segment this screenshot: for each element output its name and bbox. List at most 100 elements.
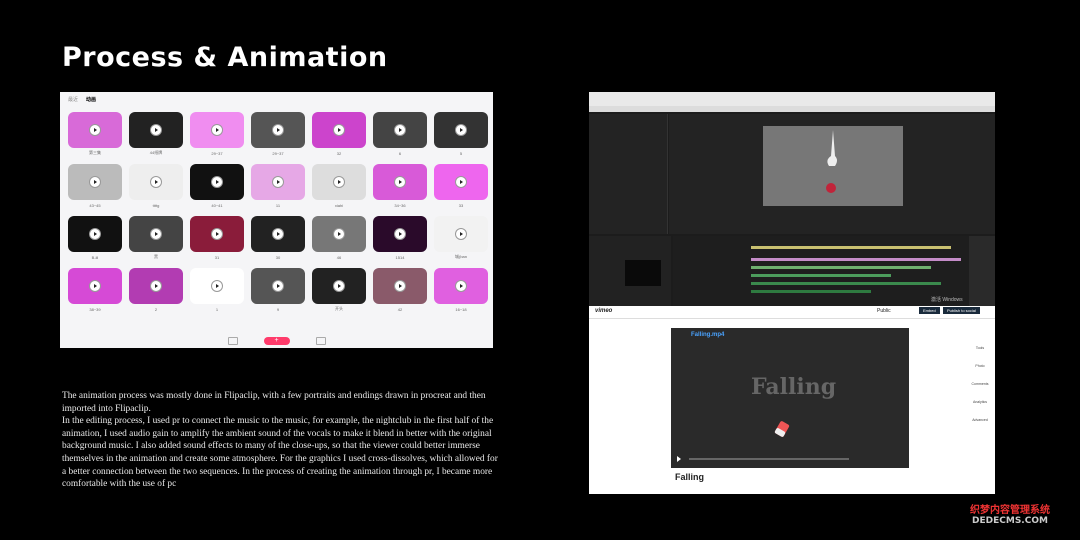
play-icon[interactable] — [456, 229, 466, 239]
play-icon[interactable] — [212, 177, 222, 187]
animation-tile[interactable]: 33 — [434, 164, 488, 208]
hand-figure-icon — [826, 130, 837, 193]
animation-tile[interactable]: 40~41 — [190, 164, 244, 208]
animation-tile[interactable]: 29~37 — [251, 112, 305, 156]
play-icon[interactable] — [677, 456, 681, 462]
visibility-label[interactable]: Public — [877, 308, 891, 314]
play-icon[interactable] — [151, 281, 161, 291]
embed-button[interactable]: Embed — [919, 307, 940, 314]
animation-tile[interactable]: 6 — [373, 112, 427, 156]
tile-label: 44纸牌 — [149, 150, 163, 155]
animation-tile[interactable]: ttttg — [129, 164, 183, 208]
animation-tile[interactable]: 第三集 — [68, 112, 122, 155]
animation-tile[interactable]: 1 — [190, 268, 244, 312]
play-icon[interactable] — [90, 177, 100, 187]
play-icon[interactable] — [395, 229, 405, 239]
credit-url: DEDECMS.COM — [972, 516, 1048, 526]
play-icon[interactable] — [151, 229, 161, 239]
animation-tile[interactable]: 11 — [251, 164, 305, 208]
tile-label: 43~45 — [89, 203, 101, 208]
play-icon[interactable] — [273, 229, 283, 239]
play-icon[interactable] — [90, 281, 100, 291]
play-icon[interactable] — [273, 177, 283, 187]
program-frame — [763, 126, 903, 206]
animation-tile[interactable]: 1514 — [373, 216, 427, 260]
animation-tile[interactable]: 30 — [251, 216, 305, 260]
animation-tile[interactable]: 16~18 — [434, 268, 488, 312]
animation-tile[interactable]: 31 — [190, 216, 244, 260]
tile-label: 29~37 — [211, 151, 223, 156]
play-icon[interactable] — [395, 177, 405, 187]
animation-tile[interactable]: 34~36 — [373, 164, 427, 208]
sidebar-item-analytics[interactable]: Analytics — [969, 400, 991, 404]
tile-label: 11 — [275, 203, 281, 208]
premiere-menubar — [589, 106, 995, 112]
animation-tile[interactable]: 2 — [129, 268, 183, 312]
tab-animations[interactable]: 动画 — [86, 96, 96, 103]
animation-tile[interactable]: 42 — [373, 268, 427, 312]
animation-tile[interactable]: B-ill — [68, 216, 122, 260]
animation-tile[interactable]: 44纸牌 — [129, 112, 183, 155]
animation-tile[interactable]: 46 — [312, 216, 366, 260]
animation-tile[interactable]: 黑 — [129, 216, 183, 259]
tile-label: 城(ban — [454, 254, 467, 259]
animation-tile[interactable]: xiahi — [312, 164, 366, 208]
audio-track[interactable] — [751, 274, 891, 277]
timeline-ruler — [751, 246, 951, 249]
play-icon[interactable] — [212, 229, 222, 239]
sidebar-item-comments[interactable]: Comments — [969, 382, 991, 386]
tile-label: xiahi — [334, 203, 344, 208]
play-icon[interactable] — [334, 125, 344, 135]
animation-tile[interactable]: 29~37 — [190, 112, 244, 156]
vimeo-screenshot: vimeo Public Embed Publish to social Fal… — [589, 306, 995, 494]
play-icon[interactable] — [395, 281, 405, 291]
publish-button[interactable]: Publish to social — [943, 307, 980, 314]
flipaclip-bottom-bar: + — [60, 334, 493, 348]
video-title: Falling — [675, 472, 704, 482]
timeline-panel — [673, 236, 969, 306]
video-track[interactable] — [751, 258, 961, 261]
audio-track[interactable] — [751, 266, 931, 269]
animation-tile[interactable]: 38~39 — [68, 268, 122, 312]
animation-tile[interactable]: 城(ban — [434, 216, 488, 259]
animation-tile[interactable]: 5 — [434, 112, 488, 156]
sidebar-item-photo[interactable]: Photo — [969, 364, 991, 368]
tile-label: 5 — [459, 151, 463, 156]
play-icon[interactable] — [273, 281, 283, 291]
play-icon[interactable] — [456, 281, 466, 291]
rocket-icon[interactable] — [315, 337, 326, 345]
play-icon[interactable] — [90, 125, 100, 135]
progress-bar[interactable] — [689, 458, 849, 460]
gallery-icon[interactable] — [227, 337, 238, 345]
tile-label: 34~36 — [394, 203, 406, 208]
animation-tile[interactable]: 32 — [312, 112, 366, 156]
play-icon[interactable] — [334, 177, 344, 187]
page-title: Process & Animation — [62, 42, 388, 73]
tile-label: 42 — [397, 307, 403, 312]
audio-track[interactable] — [751, 290, 871, 293]
sidebar-item-advanced[interactable]: Advanced — [969, 418, 991, 422]
play-icon[interactable] — [151, 125, 161, 135]
tab-recent[interactable]: 最近 — [68, 96, 78, 103]
play-icon[interactable] — [456, 177, 466, 187]
tile-label: 黑 — [154, 254, 158, 259]
vimeo-logo[interactable]: vimeo — [595, 308, 612, 314]
play-icon[interactable] — [334, 281, 344, 291]
animation-tile[interactable]: 开头 — [312, 268, 366, 311]
audio-track[interactable] — [751, 282, 941, 285]
play-icon[interactable] — [90, 229, 100, 239]
play-icon[interactable] — [334, 229, 344, 239]
play-icon[interactable] — [151, 177, 161, 187]
animation-tile[interactable]: 43~45 — [68, 164, 122, 208]
tile-label: 33 — [458, 203, 464, 208]
sidebar-item-tools[interactable]: Tools — [969, 346, 991, 350]
play-icon[interactable] — [395, 125, 405, 135]
play-icon[interactable] — [456, 125, 466, 135]
effects-panel — [969, 236, 995, 306]
animation-tile[interactable]: 9 — [251, 268, 305, 312]
video-player[interactable]: Falling.mp4 Falling — [671, 328, 909, 468]
play-icon[interactable] — [212, 125, 222, 135]
add-project-button[interactable]: + — [263, 337, 290, 345]
play-icon[interactable] — [273, 125, 283, 135]
play-icon[interactable] — [212, 281, 222, 291]
